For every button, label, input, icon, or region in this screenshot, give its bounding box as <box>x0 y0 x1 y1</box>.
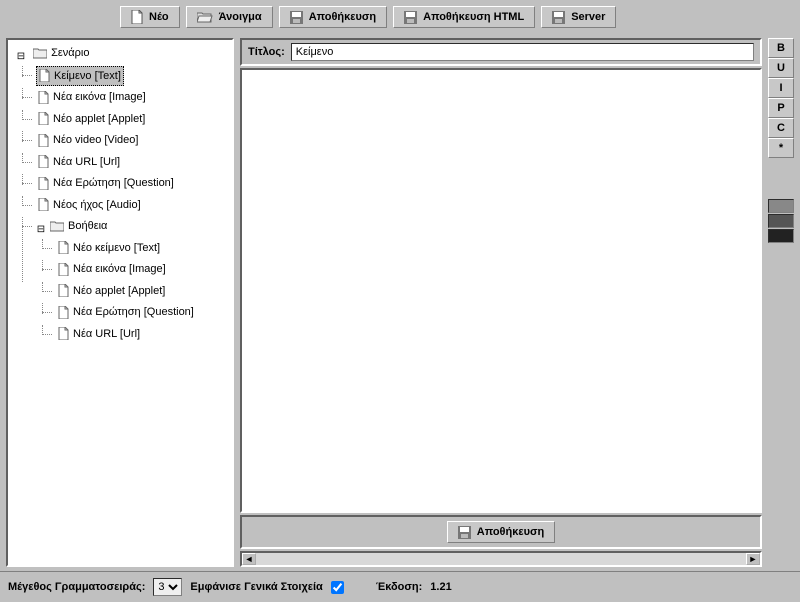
scroll-track[interactable] <box>256 553 746 565</box>
title-input[interactable] <box>291 43 754 61</box>
open-button-label: Άνοιγμα <box>219 11 262 23</box>
file-icon <box>131 10 143 24</box>
tree-item-label: Κείμενο [Text] <box>54 67 121 85</box>
main-toolbar: Νέο Άνοιγμα Αποθήκευση Αποθήκευση ΗΤΜL S… <box>0 0 800 34</box>
tree-item-label: Νέα εικόνα [Image] <box>53 88 146 106</box>
editor-save-row: Αποθήκευση <box>240 515 762 549</box>
file-icon <box>38 134 49 147</box>
tree-item-label: Νέο applet [Applet] <box>73 282 165 300</box>
color-swatch[interactable] <box>768 214 794 228</box>
file-icon <box>39 69 50 82</box>
server-button[interactable]: Server <box>541 6 616 28</box>
status-bar: Μέγεθος Γραμματοσειράς: 3 Εμφάνισε Γενικ… <box>0 571 800 602</box>
file-icon <box>38 112 49 125</box>
color-swatch[interactable] <box>768 229 794 243</box>
folder-open-icon <box>197 11 213 23</box>
scroll-left-arrow[interactable]: ◄ <box>242 553 256 565</box>
tree-item-label: Νέα URL [Url] <box>73 325 140 343</box>
tree-toggle-root[interactable]: ⊟ <box>16 48 26 66</box>
tree-item-label: Νέα Ερώτηση [Question] <box>53 174 174 192</box>
tree-item[interactable]: Νέα εικόνα [Image] <box>36 88 148 106</box>
tree-item-label: Νέο κείμενο [Text] <box>73 239 160 257</box>
show-general-checkbox[interactable] <box>331 581 344 594</box>
save-html-button[interactable]: Αποθήκευση ΗΤΜL <box>393 6 535 28</box>
tree-item[interactable]: Νέο video [Video] <box>36 131 140 149</box>
scenario-tree[interactable]: ⊟ Σενάριο Κείμενο [Text] Νέα εικόνα [Imag… <box>10 44 230 346</box>
save-button[interactable]: Αποθήκευση <box>279 6 387 28</box>
version-value: 1.21 <box>430 581 451 593</box>
file-icon <box>38 91 49 104</box>
editor-save-label: Αποθήκευση <box>477 526 544 538</box>
tree-toggle-help[interactable]: ⊟ <box>36 221 46 239</box>
show-general-label: Εμφάνισε Γενικά Στοιχεία <box>190 581 322 593</box>
floppy-icon <box>290 11 303 24</box>
editor-save-button[interactable]: Αποθήκευση <box>447 521 555 543</box>
tree-root-label: Σενάριο <box>51 44 89 62</box>
scroll-right-arrow[interactable]: ► <box>746 553 760 565</box>
server-button-label: Server <box>571 11 605 23</box>
tree-help-node[interactable]: Βοήθεια <box>48 217 109 235</box>
floppy-html-icon <box>404 11 417 24</box>
format-u-button[interactable]: U <box>768 58 794 78</box>
tree-item[interactable]: Νέος ήχος [Audio] <box>36 196 143 214</box>
tree-item-label: Νέο applet [Applet] <box>53 110 145 128</box>
file-icon <box>58 327 69 340</box>
file-icon <box>38 198 49 211</box>
tree-item[interactable]: Νέο applet [Applet] <box>36 110 147 128</box>
new-button[interactable]: Νέο <box>120 6 180 28</box>
font-size-label: Μέγεθος Γραμματοσειράς: <box>8 581 145 593</box>
font-size-select[interactable]: 3 <box>153 578 182 596</box>
tree-item-label: Νέο video [Video] <box>53 131 138 149</box>
folder-icon <box>33 48 47 59</box>
format-i-button[interactable]: I <box>768 78 794 98</box>
tree-item[interactable]: Νέα URL [Url] <box>56 325 142 343</box>
tree-help-label: Βοήθεια <box>68 217 107 235</box>
tree-item-label: Νέα Ερώτηση [Question] <box>73 303 194 321</box>
version-label: Έκδοση: <box>376 581 422 593</box>
file-icon <box>58 241 69 254</box>
color-swatch[interactable] <box>768 199 794 213</box>
tree-item-label: Νέα URL [Url] <box>53 153 120 171</box>
floppy-icon <box>458 526 471 539</box>
save-button-label: Αποθήκευση <box>309 11 376 23</box>
format-*-button[interactable]: * <box>768 138 794 158</box>
tree-item[interactable]: Νέα Ερώτηση [Question] <box>56 303 196 321</box>
format-c-button[interactable]: C <box>768 118 794 138</box>
folder-icon <box>50 221 64 232</box>
title-label: Τίτλος: <box>248 46 285 58</box>
tree-item[interactable]: Νέο κείμενο [Text] <box>56 239 162 257</box>
title-row: Τίτλος: <box>240 38 762 66</box>
file-icon <box>58 306 69 319</box>
tree-item[interactable]: Νέο applet [Applet] <box>56 282 167 300</box>
file-icon <box>38 177 49 190</box>
tree-item[interactable]: Νέα URL [Url] <box>36 153 122 171</box>
tree-item[interactable]: Νέα Ερώτηση [Question] <box>36 174 176 192</box>
new-button-label: Νέο <box>149 11 169 23</box>
content-editor[interactable] <box>240 68 762 513</box>
editor-column: Τίτλος: Αποθήκευση ◄ ► <box>240 38 762 567</box>
horizontal-scrollbar[interactable]: ◄ ► <box>240 551 762 567</box>
tree-pane: ⊟ Σενάριο Κείμενο [Text] Νέα εικόνα [Imag… <box>6 38 234 567</box>
format-p-button[interactable]: P <box>768 98 794 118</box>
tree-item-label: Νέος ήχος [Audio] <box>53 196 141 214</box>
tree-root-node[interactable]: Σενάριο <box>31 44 91 62</box>
tree-root-children: Κείμενο [Text] Νέα εικόνα [Image] Νέο appl… <box>16 66 230 347</box>
format-toolbar: BUIPC* <box>768 38 794 567</box>
open-button[interactable]: Άνοιγμα <box>186 6 273 28</box>
format-b-button[interactable]: B <box>768 38 794 58</box>
save-html-button-label: Αποθήκευση ΗΤΜL <box>423 11 524 23</box>
file-icon <box>58 263 69 276</box>
file-icon <box>58 284 69 297</box>
tree-item-label: Νέα εικόνα [Image] <box>73 260 166 278</box>
file-icon <box>38 155 49 168</box>
tree-item[interactable]: Κείμενο [Text] <box>36 66 124 86</box>
tree-item[interactable]: Νέα εικόνα [Image] <box>56 260 168 278</box>
floppy-icon <box>552 11 565 24</box>
